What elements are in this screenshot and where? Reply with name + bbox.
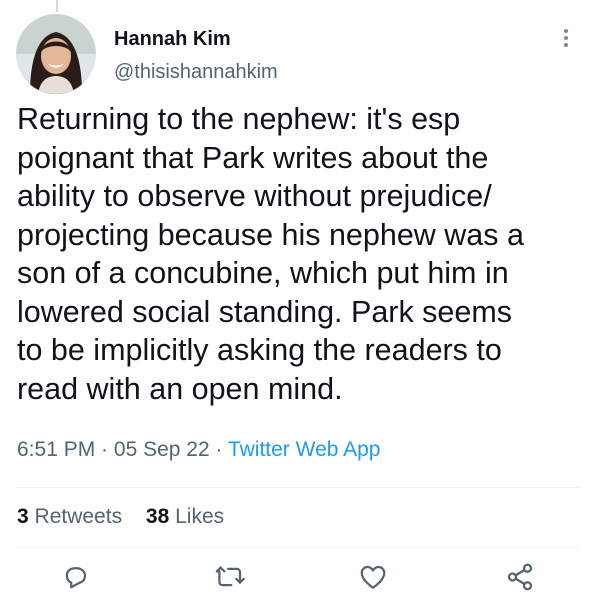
share-button[interactable] [500,562,540,600]
avatar[interactable] [16,14,96,94]
engagement-stats: 3 Retweets 38 Likes [17,505,242,529]
reply-button[interactable] [55,562,95,600]
likes-count: 38 [145,505,170,528]
divider [17,487,579,488]
more-options-button[interactable] [556,26,576,54]
share-icon [507,563,533,591]
tweet-header: Hannah Kim @thisishannahkim [16,14,582,96]
tweet-source-link[interactable]: Twitter Web App [228,438,381,461]
heart-icon [360,565,386,589]
divider [17,547,579,548]
tweet-metadata: 6:51 PM · 05 Sep 22 · Twitter Web App [17,438,380,462]
likes-label: Likes [175,505,225,528]
meta-separator: · [209,438,228,461]
author-handle[interactable]: @thisishannahkim [114,61,278,84]
tweet-date[interactable]: 05 Sep 22 [114,438,210,461]
retweets-count: 3 [17,505,29,528]
reply-icon [65,567,87,589]
retweet-button[interactable] [210,562,250,600]
meta-separator: · [95,438,114,461]
tweet-text: Returning to the nephew: it's esp poigna… [17,102,524,406]
retweet-icon [215,566,245,587]
tweet-time[interactable]: 6:51 PM [17,438,95,461]
retweets-label: Retweets [34,505,123,528]
more-vertical-icon [564,29,568,33]
tweet-actions-bar [0,562,596,600]
retweets-stat[interactable]: 3 Retweets [17,505,122,528]
likes-stat[interactable]: 38 Likes [146,505,224,528]
avatar-image [16,14,96,94]
author-name[interactable]: Hannah Kim [114,28,231,51]
like-button[interactable] [353,562,393,600]
thread-connector-line [56,0,58,12]
